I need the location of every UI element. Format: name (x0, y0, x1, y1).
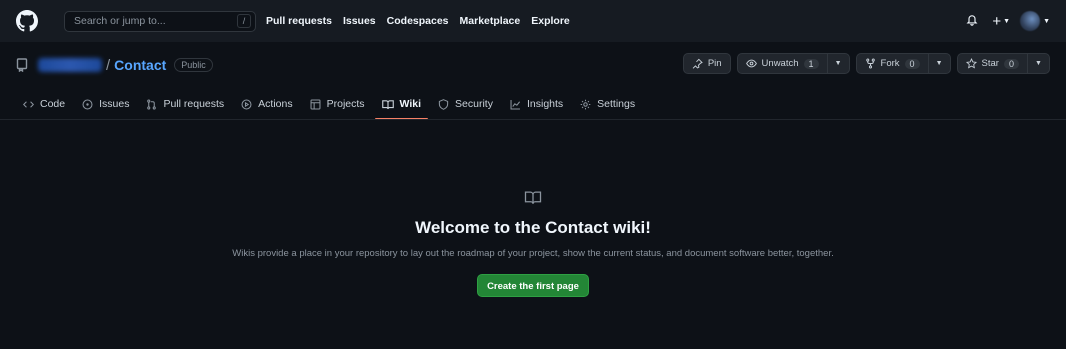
repo-title: / Contact Public (16, 55, 213, 75)
chevron-down-icon: ▼ (1003, 17, 1011, 25)
create-first-page-button[interactable]: Create the first page (477, 274, 589, 297)
shield-icon (438, 98, 449, 110)
tab-label: Projects (326, 98, 365, 110)
tab-label: Pull requests (163, 98, 225, 110)
path-separator: / (106, 56, 111, 74)
tab-wiki[interactable]: Wiki (374, 88, 429, 120)
repo-tabs: Code Issues Pull requests Actions Projec… (16, 88, 645, 120)
book-icon (524, 190, 542, 208)
book-icon (381, 99, 394, 109)
search-input[interactable]: Search or jump to... / (64, 10, 256, 32)
pin-label: Pin (707, 58, 722, 69)
table-icon (310, 99, 321, 109)
fork-count: 0 (904, 58, 920, 69)
tab-code[interactable]: Code (16, 88, 72, 120)
tab-label: Code (40, 98, 66, 110)
tab-label: Settings (597, 98, 636, 110)
tab-actions[interactable]: Actions (234, 88, 299, 120)
tab-pull-requests[interactable]: Pull requests (139, 88, 231, 120)
star-label: Star (981, 58, 999, 69)
blankslate-description: Wikis provide a place in your repository… (232, 248, 834, 259)
tab-security[interactable]: Security (431, 88, 500, 120)
repo-icon (16, 58, 30, 73)
header-right: + ▼ ▼ (966, 0, 1050, 42)
global-nav: Pull requests Issues Codespaces Marketpl… (266, 15, 581, 27)
gear-icon (580, 99, 591, 109)
graph-icon (510, 99, 521, 109)
star-icon (965, 58, 977, 69)
fork-icon (865, 58, 875, 69)
nav-codespaces[interactable]: Codespaces (387, 15, 449, 27)
tabs-divider (0, 119, 1066, 120)
tab-issues[interactable]: Issues (75, 88, 136, 120)
repo-actions: Pin Unwatch 1 ▼ Fork 0 ▼ Star 0 ▼ (677, 53, 1050, 74)
search-placeholder: Search or jump to... (74, 15, 166, 27)
slash-shortcut-key: / (237, 14, 251, 28)
tab-label: Actions (258, 98, 293, 110)
chevron-down-icon[interactable]: ▼ (1043, 18, 1050, 25)
fork-label: Fork (880, 58, 900, 69)
tab-label: Insights (526, 98, 564, 110)
pin-button[interactable]: Pin (682, 53, 731, 74)
issue-icon (82, 99, 93, 109)
create-new-button[interactable]: + ▼ (992, 13, 1010, 30)
pull-request-icon (147, 99, 157, 109)
tab-label: Security (455, 98, 493, 110)
eye-icon (745, 59, 757, 68)
nav-marketplace[interactable]: Marketplace (460, 15, 521, 27)
fork-button[interactable]: Fork 0 ▼ (855, 53, 951, 74)
avatar[interactable] (1020, 11, 1041, 31)
chevron-down-icon[interactable]: ▼ (826, 54, 849, 73)
global-header: Search or jump to... / Pull requests Iss… (0, 0, 1066, 42)
unwatch-button[interactable]: Unwatch 1 ▼ (736, 53, 850, 74)
code-icon (23, 100, 34, 108)
star-button[interactable]: Star 0 ▼ (956, 53, 1050, 74)
owner-link-blurred[interactable] (38, 58, 102, 72)
watch-count: 1 (803, 58, 819, 69)
tab-projects[interactable]: Projects (303, 88, 372, 120)
nav-explore[interactable]: Explore (531, 15, 570, 27)
repo-name-link[interactable]: Contact (114, 57, 166, 73)
nav-pull-requests[interactable]: Pull requests (266, 15, 332, 27)
tab-settings[interactable]: Settings (573, 88, 642, 120)
play-icon (241, 99, 252, 109)
chevron-down-icon[interactable]: ▼ (1027, 54, 1049, 73)
pin-icon (692, 58, 703, 69)
tab-label: Issues (99, 98, 130, 110)
unwatch-label: Unwatch (761, 58, 799, 69)
github-logo-icon[interactable] (16, 10, 38, 32)
visibility-badge: Public (174, 58, 213, 72)
wiki-blankslate: Welcome to the Contact wiki! Wikis provi… (0, 190, 1066, 297)
nav-issues[interactable]: Issues (343, 15, 376, 27)
tab-label: Wiki (399, 98, 422, 110)
blankslate-title: Welcome to the Contact wiki! (415, 218, 651, 237)
star-count: 0 (1003, 58, 1019, 69)
tab-insights[interactable]: Insights (503, 88, 570, 120)
plus-icon: + (992, 12, 1002, 30)
bell-icon[interactable] (966, 13, 978, 29)
chevron-down-icon[interactable]: ▼ (927, 54, 950, 73)
